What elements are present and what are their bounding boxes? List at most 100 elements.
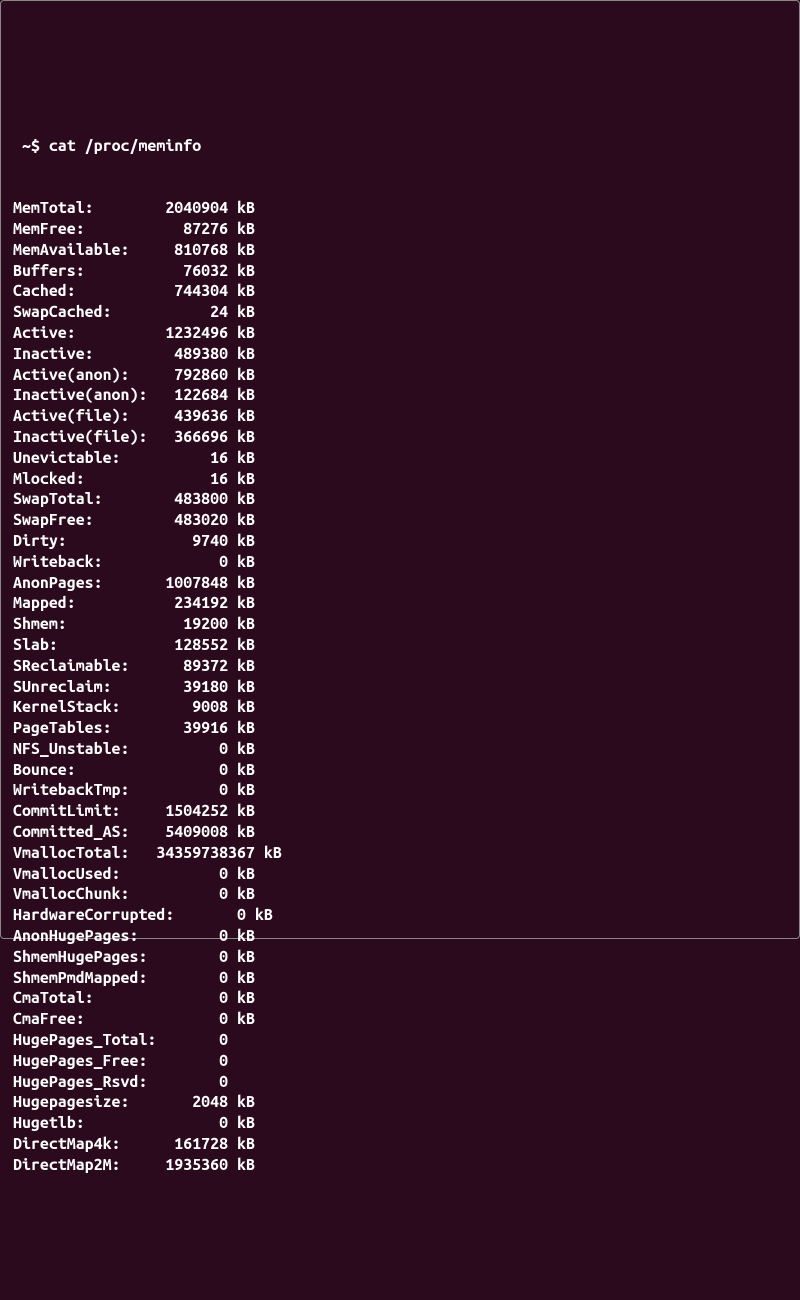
meminfo-row: Writeback: 0 kB xyxy=(13,552,787,573)
meminfo-label: HugePages_Rsvd: xyxy=(13,1072,156,1093)
meminfo-row: CmaFree: 0 kB xyxy=(13,1009,787,1030)
meminfo-label: ShmemHugePages: xyxy=(13,947,156,968)
meminfo-value: 483020 xyxy=(156,510,228,531)
meminfo-row: Buffers: 76032 kB xyxy=(13,261,787,282)
meminfo-label: HugePages_Free: xyxy=(13,1051,156,1072)
meminfo-label: Inactive(anon): xyxy=(13,385,156,406)
meminfo-row: VmallocTotal: 34359738367 kB xyxy=(13,843,787,864)
meminfo-value: 16 xyxy=(156,469,228,490)
meminfo-row: Shmem: 19200 kB xyxy=(13,614,787,635)
meminfo-label: WritebackTmp: xyxy=(13,780,156,801)
meminfo-value: 1504252 xyxy=(156,801,228,822)
meminfo-label: PageTables: xyxy=(13,718,156,739)
meminfo-row: Active(file): 439636 kB xyxy=(13,406,787,427)
meminfo-value: 439636 xyxy=(156,406,228,427)
meminfo-value: 2040904 xyxy=(156,198,228,219)
meminfo-label: Unevictable: xyxy=(13,448,156,469)
meminfo-label: HugePages_Total: xyxy=(13,1030,156,1051)
meminfo-label: VmallocTotal: xyxy=(13,843,156,864)
meminfo-row: ShmemHugePages: 0 kB xyxy=(13,947,787,968)
meminfo-row: SwapTotal: 483800 kB xyxy=(13,489,787,510)
meminfo-row: Active: 1232496 kB xyxy=(13,323,787,344)
meminfo-label: Inactive: xyxy=(13,344,156,365)
meminfo-value: 9740 xyxy=(156,531,228,552)
meminfo-row: HugePages_Rsvd: 0 xyxy=(13,1072,787,1093)
meminfo-row: AnonHugePages: 0 kB xyxy=(13,926,787,947)
meminfo-row: WritebackTmp: 0 kB xyxy=(13,780,787,801)
meminfo-unit: kB xyxy=(246,905,273,926)
meminfo-value: 24 xyxy=(156,302,228,323)
meminfo-value: 9008 xyxy=(156,697,228,718)
meminfo-label: Shmem: xyxy=(13,614,156,635)
meminfo-value: 234192 xyxy=(156,593,228,614)
meminfo-unit: kB xyxy=(228,510,255,531)
meminfo-label: Hugepagesize: xyxy=(13,1092,156,1113)
meminfo-unit: kB xyxy=(228,365,255,386)
meminfo-row: DirectMap4k: 161728 kB xyxy=(13,1134,787,1155)
meminfo-value: 0 xyxy=(156,947,228,968)
meminfo-unit: kB xyxy=(228,552,255,573)
meminfo-unit: kB xyxy=(228,427,255,448)
meminfo-label: Dirty: xyxy=(13,531,156,552)
meminfo-value: 489380 xyxy=(156,344,228,365)
meminfo-row: PageTables: 39916 kB xyxy=(13,718,787,739)
meminfo-unit: kB xyxy=(228,635,255,656)
meminfo-value: 0 xyxy=(156,926,228,947)
meminfo-unit: kB xyxy=(228,531,255,552)
meminfo-unit: kB xyxy=(228,801,255,822)
meminfo-unit: kB xyxy=(228,385,255,406)
meminfo-unit: kB xyxy=(228,968,255,989)
meminfo-unit: kB xyxy=(228,198,255,219)
meminfo-unit: kB xyxy=(228,489,255,510)
meminfo-unit: kB xyxy=(228,947,255,968)
meminfo-label: Cached: xyxy=(13,281,156,302)
meminfo-unit: kB xyxy=(228,344,255,365)
meminfo-row: SUnreclaim: 39180 kB xyxy=(13,677,787,698)
meminfo-value: 128552 xyxy=(156,635,228,656)
meminfo-unit: kB xyxy=(228,884,255,905)
meminfo-value: 744304 xyxy=(156,281,228,302)
meminfo-unit: kB xyxy=(228,593,255,614)
meminfo-label: Committed_AS: xyxy=(13,822,156,843)
meminfo-row: HugePages_Total: 0 xyxy=(13,1030,787,1051)
meminfo-row: CommitLimit: 1504252 kB xyxy=(13,801,787,822)
meminfo-row: MemAvailable: 810768 kB xyxy=(13,240,787,261)
meminfo-row: VmallocUsed: 0 kB xyxy=(13,864,787,885)
meminfo-value: 0 xyxy=(156,968,228,989)
meminfo-unit: kB xyxy=(228,240,255,261)
meminfo-value: 76032 xyxy=(156,261,228,282)
meminfo-value: 0 xyxy=(156,760,228,781)
command-prompt-line[interactable]: ~$ cat /proc/meminfo xyxy=(13,136,787,157)
meminfo-row: Inactive(file): 366696 kB xyxy=(13,427,787,448)
meminfo-row: NFS_Unstable: 0 kB xyxy=(13,739,787,760)
meminfo-label: Buffers: xyxy=(13,261,156,282)
meminfo-label: SUnreclaim: xyxy=(13,677,156,698)
meminfo-value: 16 xyxy=(156,448,228,469)
meminfo-value: 89372 xyxy=(156,656,228,677)
meminfo-label: Slab: xyxy=(13,635,156,656)
meminfo-value: 0 xyxy=(156,884,228,905)
meminfo-unit: kB xyxy=(228,822,255,843)
meminfo-unit: kB xyxy=(228,261,255,282)
meminfo-unit: kB xyxy=(228,739,255,760)
meminfo-value: 0 xyxy=(156,552,228,573)
meminfo-label: SwapFree: xyxy=(13,510,156,531)
meminfo-value: 19200 xyxy=(156,614,228,635)
meminfo-unit: kB xyxy=(228,677,255,698)
meminfo-row: SwapFree: 483020 kB xyxy=(13,510,787,531)
meminfo-value: 2048 xyxy=(156,1092,228,1113)
meminfo-row: MemFree: 87276 kB xyxy=(13,219,787,240)
meminfo-label: HardwareCorrupted: xyxy=(13,905,174,926)
meminfo-label: ShmemPmdMapped: xyxy=(13,968,156,989)
meminfo-row: Slab: 128552 kB xyxy=(13,635,787,656)
meminfo-value: 483800 xyxy=(156,489,228,510)
meminfo-value: 161728 xyxy=(156,1134,228,1155)
meminfo-value: 0 xyxy=(156,780,228,801)
meminfo-label: Mapped: xyxy=(13,593,156,614)
meminfo-label: MemFree: xyxy=(13,219,156,240)
meminfo-row: CmaTotal: 0 kB xyxy=(13,988,787,1009)
meminfo-label: CmaTotal: xyxy=(13,988,156,1009)
meminfo-unit: kB xyxy=(228,1134,255,1155)
meminfo-label: SwapTotal: xyxy=(13,489,156,510)
meminfo-value: 0 xyxy=(156,988,228,1009)
